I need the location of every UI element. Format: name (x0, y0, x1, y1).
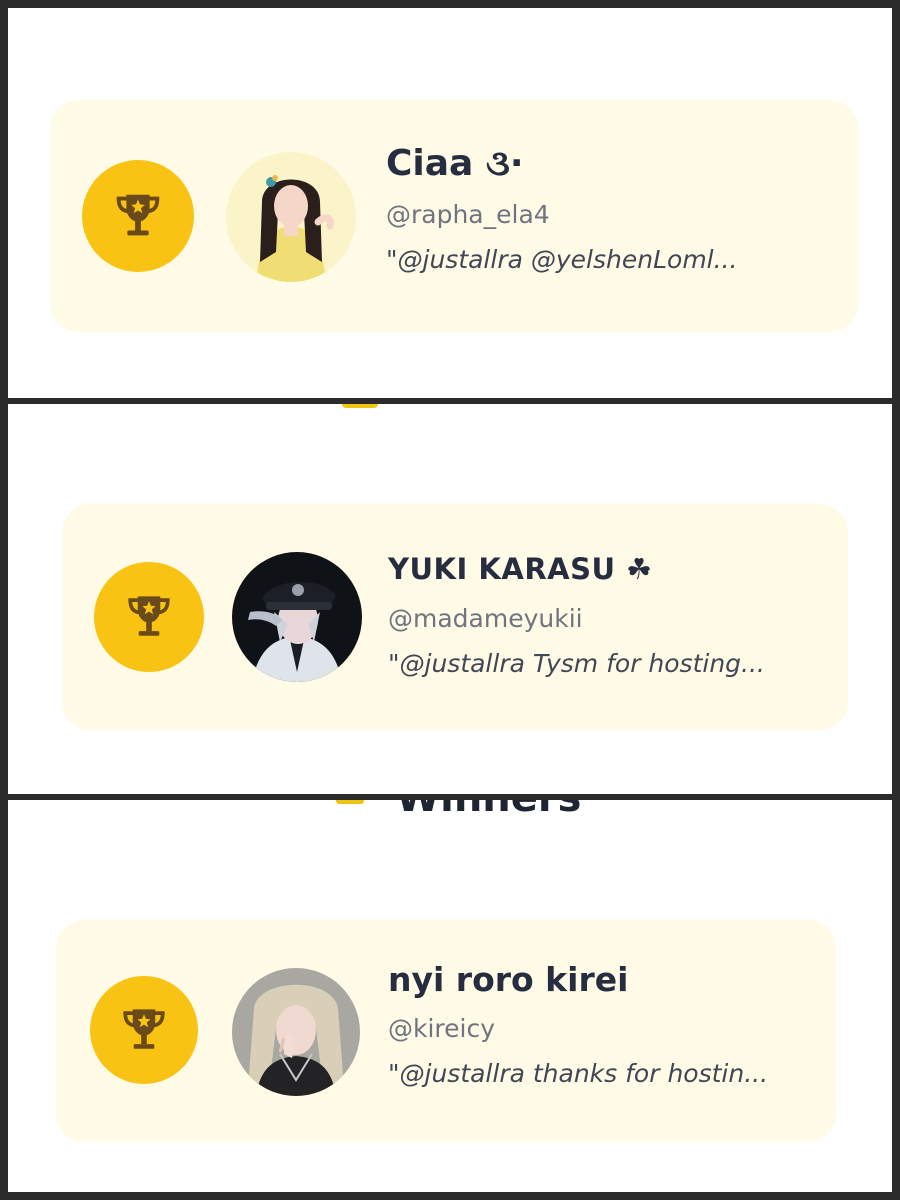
winner-info: Ciaa ૩· @rapha_ela4 "@justallra @yelshen… (386, 144, 737, 274)
trophy-badge (82, 160, 194, 272)
screenshot-collage: Ciaa ૩· @rapha_ela4 "@justallra @yelshen… (0, 0, 900, 1200)
screenshot-panel-2: YUKI KARASU ☘ @madameyukii "@justallra T… (8, 404, 892, 794)
winner-info: nyi roro kirei @kireicy "@justallra than… (388, 961, 769, 1089)
avatar[interactable] (232, 552, 362, 682)
winner-name[interactable]: YUKI KARASU ☘ (388, 553, 765, 586)
avatar[interactable] (226, 152, 356, 282)
winner-quote: "@justallra @yelshenLoml... (386, 244, 738, 274)
winner-card[interactable]: Ciaa ૩· @rapha_ela4 "@justallra @yelshen… (50, 100, 858, 332)
tab-indicator (342, 404, 378, 408)
winner-info: YUKI KARASU ☘ @madameyukii "@justallra T… (388, 548, 765, 678)
winner-name[interactable]: Ciaa ૩· (386, 144, 737, 184)
section-header: Winners (328, 800, 581, 818)
winner-handle[interactable]: @kireicy (388, 1014, 768, 1043)
trophy-icon (123, 1009, 165, 1049)
trophy-badge (94, 562, 204, 672)
winner-handle[interactable]: @rapha_ela4 (386, 200, 737, 229)
screenshot-panel-1: Ciaa ૩· @rapha_ela4 "@justallra @yelshen… (8, 8, 892, 398)
trophy-icon (336, 800, 364, 804)
trophy-badge (90, 976, 198, 1084)
winner-name[interactable]: nyi roro kirei (388, 961, 768, 998)
winner-handle[interactable]: @madameyukii (388, 604, 765, 633)
avatar[interactable] (232, 968, 360, 1096)
trophy-icon (128, 596, 170, 636)
trophy-icon (116, 194, 160, 236)
section-title: Winners (396, 800, 581, 818)
winner-quote: "@justallra thanks for hostin... (388, 1059, 769, 1089)
screenshot-panel-3: Winners (8, 800, 892, 1192)
winner-card[interactable]: nyi roro kirei @kireicy "@justallra than… (56, 920, 836, 1142)
winner-card[interactable]: YUKI KARASU ☘ @madameyukii "@justallra T… (62, 504, 848, 730)
winner-quote: "@justallra Tysm for hosting... (388, 648, 765, 678)
